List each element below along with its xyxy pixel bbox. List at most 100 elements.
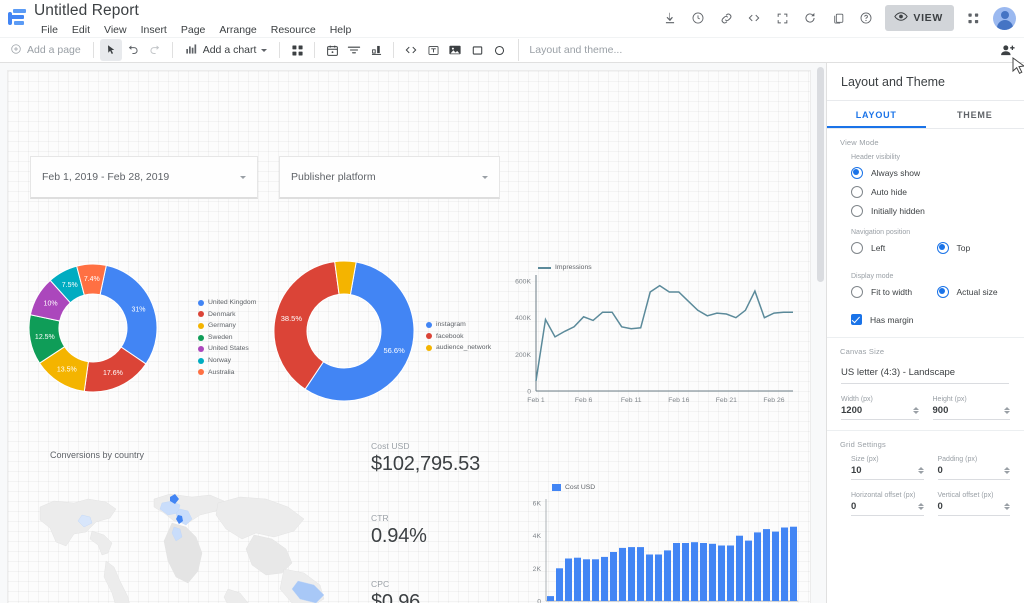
toolbar-divider-5 (393, 42, 395, 58)
tab-layout[interactable]: LAYOUT (827, 101, 926, 128)
image-tool[interactable] (444, 39, 466, 61)
stepper-icon[interactable] (1004, 467, 1010, 474)
embed-code-icon[interactable] (741, 5, 767, 31)
radio-initially-hidden[interactable]: Initially hidden (851, 205, 1011, 217)
canvas-scrollbar[interactable] (817, 67, 824, 282)
canvas-height-field[interactable]: Height (px) 900 (932, 396, 1010, 420)
fullscreen-icon[interactable] (769, 5, 795, 31)
rectangle-tool[interactable] (466, 39, 488, 61)
select-tool[interactable] (99, 39, 122, 61)
conversions-map[interactable] (22, 469, 352, 603)
data-studio-logo-icon (6, 4, 32, 34)
scorecard-ctr[interactable]: CTR 0.94% (371, 513, 427, 548)
app-body: Feb 1, 2019 - Feb 28, 2019 Publisher pla… (0, 63, 1024, 603)
radio-icon (851, 286, 863, 298)
svg-text:4K: 4K (533, 533, 542, 540)
scorecard-cost[interactable]: Cost USD $102,795.53 (371, 441, 480, 476)
download-icon[interactable] (657, 5, 683, 31)
legend-color-dot (198, 322, 204, 329)
svg-text:Feb 26: Feb 26 (763, 397, 784, 404)
community-viz-tool[interactable] (286, 39, 308, 61)
undo-tool[interactable] (122, 39, 144, 61)
stepper-icon[interactable] (1004, 407, 1010, 414)
copy-icon[interactable] (825, 5, 851, 31)
canvas-preset-select[interactable]: US letter (4:3) - Landscape (841, 363, 1009, 384)
legend-label: Australia (208, 368, 235, 376)
page-title[interactable]: Untitled Report (34, 2, 358, 20)
checkbox-icon (851, 314, 862, 325)
stepper-icon[interactable] (1004, 503, 1010, 510)
date-range-control[interactable]: Feb 1, 2019 - Feb 28, 2019 (30, 156, 258, 199)
radio-actual-size[interactable]: Actual size (936, 286, 1012, 298)
legend-line-swatch (538, 266, 551, 269)
radio-always-show[interactable]: Always show (851, 167, 1011, 179)
scorecard-cost-label: Cost USD (371, 441, 410, 451)
view-mode-section: View Mode Header visibility Always show … (827, 129, 1024, 338)
layout-and-theme-button[interactable]: Layout and theme... (518, 39, 996, 61)
text-tool[interactable] (422, 39, 444, 61)
canvas-width-field[interactable]: Width (px) 1200 (841, 396, 919, 420)
scorecard-cost-value: $102,795.53 (371, 453, 481, 475)
help-icon[interactable] (853, 5, 879, 31)
svg-text:Feb 11: Feb 11 (621, 397, 642, 404)
canvas-scroll-track[interactable] (815, 63, 826, 603)
world-map-svg (39, 493, 325, 603)
data-control-tool[interactable] (365, 39, 387, 61)
stepper-icon[interactable] (917, 467, 924, 474)
radio-nav-left[interactable]: Left (851, 242, 926, 254)
radio-auto-hide[interactable]: Auto hide (851, 186, 1011, 198)
avatar[interactable] (993, 6, 1016, 30)
date-range-tool[interactable] (321, 39, 343, 61)
radio-nav-top[interactable]: Top (936, 242, 1012, 254)
legend-color-dot (198, 311, 204, 318)
grid-settings-section: Grid Settings Size (px) 10 Padding (px) … (827, 431, 1024, 526)
view-button[interactable]: VIEW (885, 5, 954, 31)
report-canvas[interactable]: Feb 1, 2019 - Feb 28, 2019 Publisher pla… (8, 71, 810, 603)
canvas-size-section: Canvas Size US letter (4:3) - Landscape … (827, 338, 1024, 431)
svg-text:17.6%: 17.6% (103, 370, 123, 377)
radio-fit-to-width[interactable]: Fit to width (851, 286, 926, 298)
stepper-icon[interactable] (917, 503, 924, 510)
radio-nav-left-label: Left (871, 243, 886, 253)
add-page-button[interactable]: Add a page (4, 39, 87, 61)
impressions-line-svg: 0 200K 400K 600K Feb 1 Feb 6 Feb 11 Feb 16 Feb … (515, 275, 793, 404)
grid-v-offset-field[interactable]: Vertical offset (px) 0 (937, 492, 1010, 516)
add-person-button[interactable] (996, 39, 1020, 61)
share-link-icon[interactable] (713, 5, 739, 31)
version-history-icon[interactable] (685, 5, 711, 31)
stepper-icon[interactable] (912, 407, 919, 414)
legend-color-dot (198, 369, 204, 376)
embed-tool[interactable] (400, 39, 422, 61)
scorecard-cpc[interactable]: CPC $0.96 (371, 579, 420, 603)
grid-h-offset-value[interactable]: 0 (851, 501, 918, 512)
radio-fit-to-width-label: Fit to width (871, 287, 913, 297)
grid-size-value[interactable]: 10 (851, 465, 918, 476)
publisher-platform-control[interactable]: Publisher platform (279, 156, 500, 199)
impressions-line-chart[interactable]: Impressions 0 200K 400K 600K Feb 1 Feb 6 Feb … (508, 263, 798, 418)
redo-tool[interactable] (144, 39, 166, 61)
toolbar-divider-2 (171, 42, 173, 58)
legend-item: Norway (198, 355, 256, 367)
grid-v-offset-value[interactable]: 0 (938, 501, 1005, 512)
canvas-width-value[interactable]: 1200 (841, 405, 913, 416)
grid-padding-field[interactable]: Padding (px) 0 (937, 456, 1010, 480)
canvas-dimension-fields: Width (px) 1200 Height (px) 900 (841, 396, 1010, 420)
radio-icon (851, 242, 863, 254)
grid-size-field[interactable]: Size (px) 10 (851, 456, 924, 480)
has-margin-checkbox[interactable]: Has margin (851, 314, 1011, 325)
canvas-height-label: Height (px) (932, 396, 967, 403)
scorecard-cpc-label: CPC (371, 579, 390, 589)
legend-color-dot (198, 299, 204, 306)
canvas-height-value[interactable]: 900 (933, 405, 1005, 416)
apps-grid-icon[interactable] (960, 5, 986, 31)
cost-bar-chart[interactable]: Cost USD 02K4K6K Feb 1, 2019Feb 4, 2019F… (516, 483, 804, 603)
tab-theme[interactable]: THEME (926, 101, 1024, 128)
grid-size-fields: Size (px) 10 Padding (px) 0 (851, 456, 1010, 480)
grid-padding-value[interactable]: 0 (938, 465, 1005, 476)
filter-tool[interactable] (343, 39, 365, 61)
grid-h-offset-field[interactable]: Horizontal offset (px) 0 (851, 492, 924, 516)
circle-tool[interactable] (488, 39, 510, 61)
refresh-icon[interactable] (797, 5, 823, 31)
add-chart-button[interactable]: Add a chart (179, 39, 274, 61)
report-canvas-area[interactable]: Feb 1, 2019 - Feb 28, 2019 Publisher pla… (0, 63, 826, 603)
